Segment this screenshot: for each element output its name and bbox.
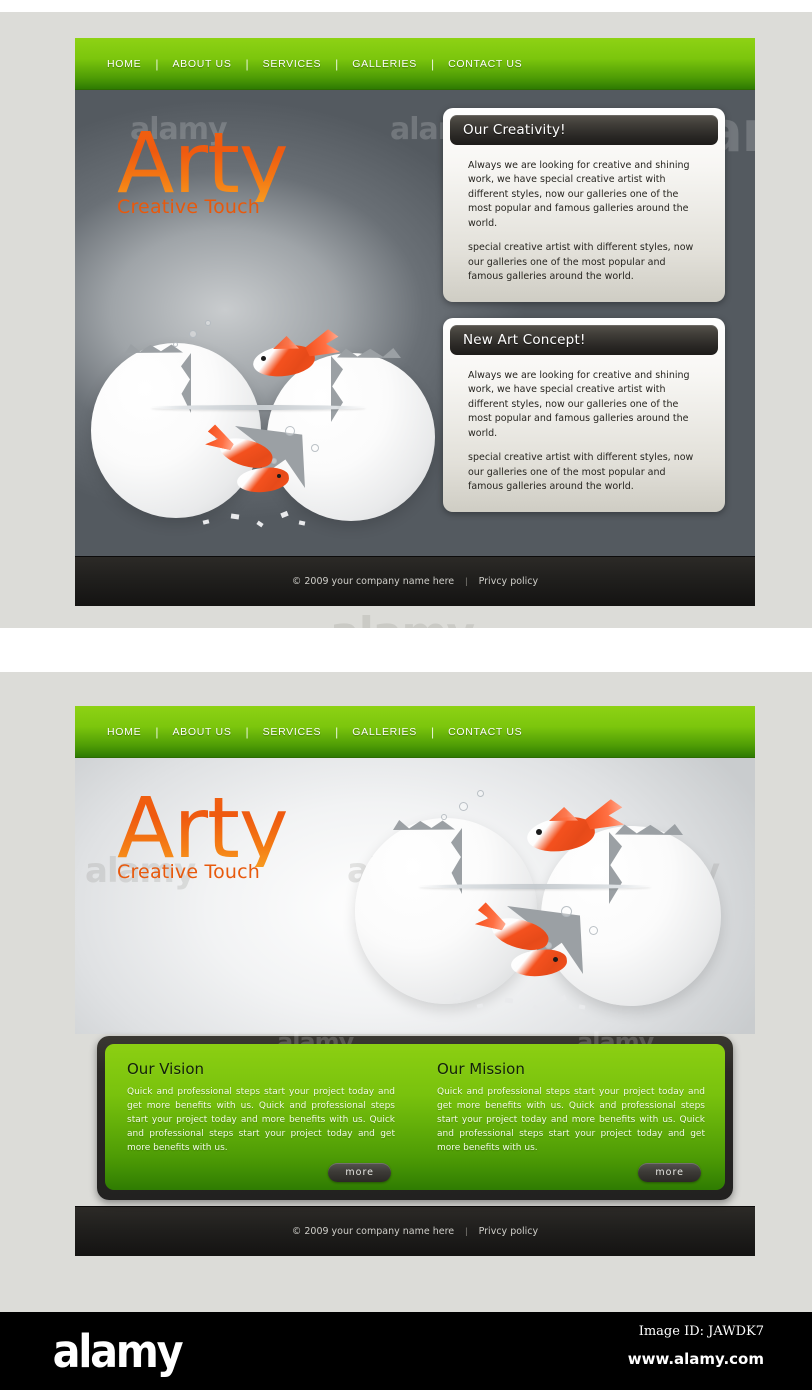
bubble-splash (477, 790, 484, 797)
hero-section-light: alamy alamy alamy Arty Creative Touch (75, 758, 755, 1200)
bubble-splash (205, 320, 211, 326)
info-panel-header: New Art Concept! (450, 325, 718, 355)
goldfish-submerged-2-eye (553, 957, 558, 962)
brand-name: Arty (117, 779, 289, 877)
hero-artwork-eggs-fish (347, 778, 727, 1018)
info-panel-title: Our Creativity! (463, 122, 566, 138)
nav-separator: | (155, 724, 159, 739)
shell-fleck (476, 1003, 484, 1009)
info-panel-paragraph: Always we are looking for creative and s… (468, 370, 690, 439)
goldfish-dorsal-fin (273, 336, 299, 349)
website-frame-a: HOME | ABOUT US | SERVICES | GALLERIES |… (75, 38, 755, 616)
bubble-splash (189, 330, 197, 338)
goldfish-tail-fin (304, 328, 341, 357)
footer-copyright: © 2009 your company name here (291, 576, 455, 587)
shell-fleck (256, 520, 264, 528)
nav-item-galleries[interactable]: GALLERIES (338, 726, 431, 738)
info-panel-body: Always we are looking for creative and s… (450, 145, 718, 295)
bubble (561, 906, 572, 917)
eggshell-left (355, 818, 537, 1004)
bubble-splash (441, 814, 447, 820)
feature-title: Our Vision (127, 1060, 205, 1078)
feature-panel-mission: Our Mission Quick and professional steps… (415, 1044, 725, 1190)
feature-panels-container: alamy alamy Our Vision Quick and profess… (97, 1030, 733, 1200)
info-panel-new-art-concept: New Art Concept! Always we are looking f… (443, 318, 725, 512)
nav-separator: | (155, 56, 159, 71)
mockup-light-layout: HOME | ABOUT US | SERVICES | GALLERIES |… (0, 672, 812, 1312)
nav-item-about-us[interactable]: ABOUT US (158, 726, 245, 738)
nav-item-contact-us[interactable]: CONTACT US (434, 726, 536, 738)
footer-separator: | (465, 576, 468, 587)
feature-text: Quick and professional steps start your … (127, 1087, 395, 1153)
nav-item-services[interactable]: SERVICES (249, 58, 336, 70)
hero-artwork-eggs-fish (85, 308, 445, 533)
screenshot-root: alamy HOME | ABOUT US | SERVICES | GALLE… (0, 0, 812, 1390)
website-frame-b: HOME | ABOUT US | SERVICES | GALLERIES |… (75, 706, 755, 1282)
nav-item-services[interactable]: SERVICES (249, 726, 336, 738)
site-footer: © 2009 your company name here | Privcy p… (75, 556, 755, 606)
main-navigation: HOME | ABOUT US | SERVICES | GALLERIES |… (75, 38, 755, 90)
bubble-splash (459, 802, 468, 811)
goldfish-submerged-2-eye (277, 474, 281, 478)
nav-separator: | (245, 724, 249, 739)
footer-separator: | (465, 1226, 468, 1237)
shell-fleck (532, 1004, 541, 1012)
waterline (151, 405, 366, 410)
brand-logo[interactable]: Arty Creative Touch (117, 779, 289, 883)
nav-item-home[interactable]: HOME (93, 58, 155, 70)
nav-item-about-us[interactable]: ABOUT US (158, 58, 245, 70)
info-panel-paragraph: special creative artist with different s… (468, 452, 694, 493)
nav-separator: | (430, 56, 435, 71)
alamy-image-id: Image ID: JAWDK7 (638, 1324, 764, 1339)
info-panel-title: New Art Concept! (463, 332, 586, 348)
info-panel-paragraph: special creative artist with different s… (468, 242, 694, 283)
eggshell-left (91, 343, 261, 518)
shell-fleck (230, 513, 240, 520)
goldfish-dorsal-fin (549, 807, 578, 821)
more-button-mission[interactable]: more (638, 1163, 701, 1182)
bubble (589, 926, 598, 935)
hero-section-dark: alamy alamy alamy Arty Creative Touch (75, 90, 755, 556)
shell-fleck (578, 1004, 586, 1010)
feature-panel-vision: Our Vision Quick and professional steps … (105, 1044, 415, 1190)
nav-separator: | (245, 56, 249, 71)
nav-separator: | (335, 56, 339, 71)
main-navigation: HOME | ABOUT US | SERVICES | GALLERIES |… (75, 706, 755, 758)
shell-fleck (280, 510, 289, 519)
nav-item-galleries[interactable]: GALLERIES (338, 58, 431, 70)
nav-item-home[interactable]: HOME (93, 726, 155, 738)
shell-fleck (298, 520, 306, 526)
bubble (285, 426, 295, 436)
alamy-url: www.alamy.com (627, 1350, 764, 1368)
brand-name: Arty (117, 114, 289, 212)
nav-item-contact-us[interactable]: CONTACT US (434, 58, 536, 70)
nav-separator: | (430, 724, 435, 739)
feature-text: Quick and professional steps start your … (437, 1087, 705, 1153)
shell-crack-right (615, 824, 683, 835)
feature-title: Our Mission (437, 1060, 525, 1078)
info-panel-paragraph: Always we are looking for creative and s… (468, 160, 690, 229)
goldfish-eye (261, 356, 266, 361)
bubble (311, 444, 319, 452)
footer-privacy-link[interactable]: Privcy policy (479, 1226, 539, 1237)
more-button-vision[interactable]: more (328, 1163, 391, 1182)
waterline (419, 884, 651, 889)
mockup-dark-layout: alamy HOME | ABOUT US | SERVICES | GALLE… (0, 12, 812, 628)
nav-separator: | (335, 724, 339, 739)
shell-fleck (202, 519, 210, 525)
brand-logo[interactable]: Arty Creative Touch (117, 114, 289, 218)
alamy-logo: alamy (52, 1325, 184, 1378)
info-panel-creativity: Our Creativity! Always we are looking fo… (443, 108, 725, 302)
footer-copyright: © 2009 your company name here (291, 1226, 455, 1237)
site-footer: © 2009 your company name here | Privcy p… (75, 1206, 755, 1256)
shell-fleck (504, 997, 514, 1004)
bubble-splash (173, 342, 178, 347)
info-panel-header: Our Creativity! (450, 115, 718, 145)
shell-crack-right (337, 348, 401, 358)
alamy-watermark-bar: alamy Image ID: JAWDK7 www.alamy.com (0, 1312, 812, 1390)
footer-privacy-link[interactable]: Privcy policy (479, 576, 539, 587)
shell-fleck (558, 994, 567, 1003)
goldfish-eye (536, 829, 542, 835)
info-panel-body: Always we are looking for creative and s… (450, 355, 718, 505)
